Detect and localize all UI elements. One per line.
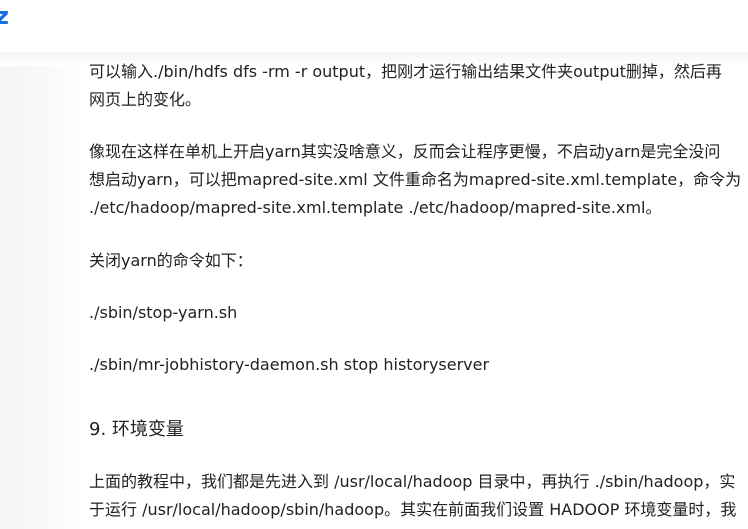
paragraph-delete-output: 可以输入./bin/hdfs dfs -rm -r output，把刚才运行输出… <box>89 58 722 114</box>
command-text: ./sbin/stop-yarn.sh <box>89 303 238 322</box>
text-line: 上面的教程中，我们都是先进入到 /usr/local/hadoop 目录中，再执… <box>89 472 736 491</box>
command-stop-historyserver: ./sbin/mr-jobhistory-daemon.sh stop hist… <box>89 351 489 379</box>
site-logo[interactable]: z <box>0 2 9 30</box>
command-text: ./sbin/mr-jobhistory-daemon.sh stop hist… <box>89 355 490 374</box>
paragraph-yarn-note: 像现在这样在单机上开启yarn其实没啥意义，反而会让程序更慢，不启动yarn是完… <box>89 138 741 222</box>
top-bar: z <box>0 0 748 52</box>
command-stop-yarn: ./sbin/stop-yarn.sh <box>89 299 237 327</box>
text-line: 可以输入./bin/hdfs dfs -rm -r output，把刚才运行输出… <box>89 62 722 81</box>
text-line: 像现在这样在单机上开启yarn其实没啥意义，反而会让程序更慢，不启动yarn是完… <box>89 142 721 161</box>
text-line: 于运行 /usr/local/hadoop/sbin/hadoop。其实在前面我… <box>89 500 737 519</box>
text-line: ./etc/hadoop/mapred-site.xml.template ./… <box>89 198 662 217</box>
text-line: 网页上的变化。 <box>89 90 202 109</box>
text-line: 想启动yarn，可以把mapred-site.xml 文件重命名为mapred-… <box>89 170 742 189</box>
left-gutter <box>0 52 84 529</box>
text-line: 关闭yarn的命令如下： <box>89 251 253 270</box>
section-heading-env-vars: 9. 环境变量 <box>89 419 184 440</box>
paragraph-stop-yarn-intro: 关闭yarn的命令如下： <box>89 247 253 275</box>
paragraph-env-vars: 上面的教程中，我们都是先进入到 /usr/local/hadoop 目录中，再执… <box>89 468 736 524</box>
